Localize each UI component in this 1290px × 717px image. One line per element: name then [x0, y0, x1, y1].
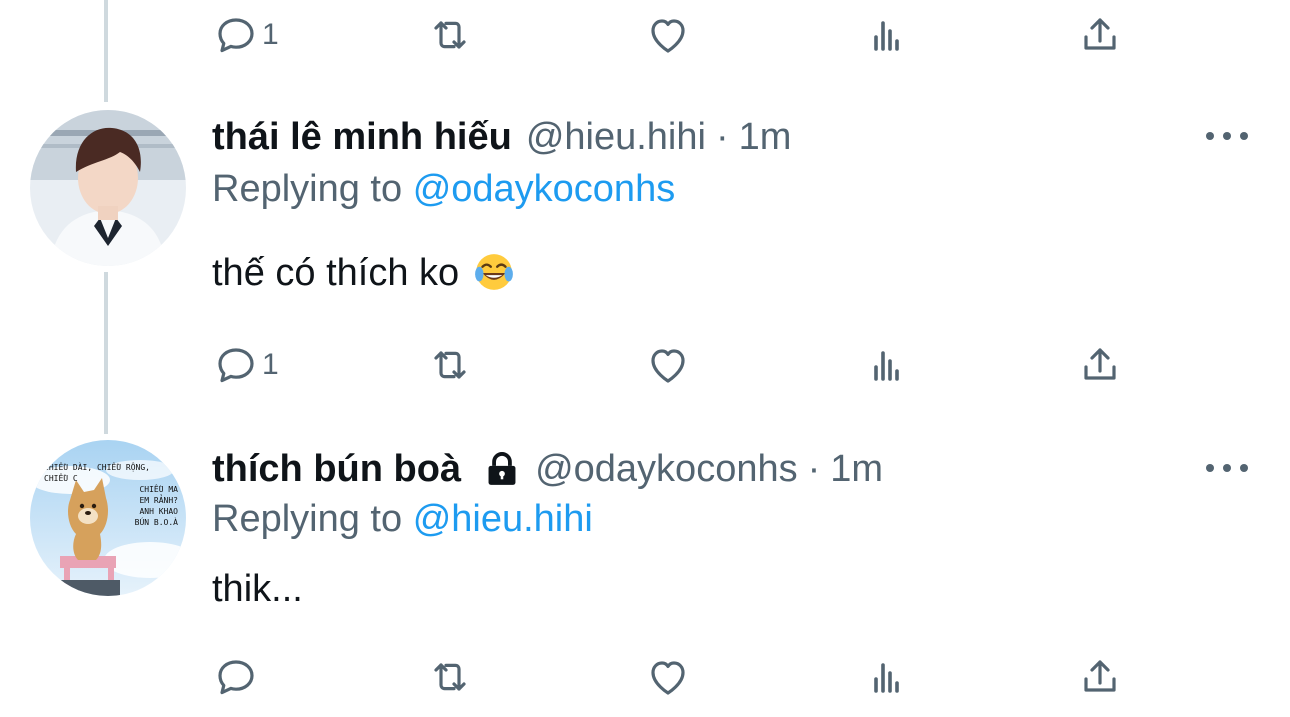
thread-line-middle — [104, 272, 108, 434]
replying-prefix: Replying to — [212, 498, 403, 540]
replying-to-mention[interactable]: @odaykoconhs — [413, 168, 676, 210]
tweet-body: thik... — [212, 568, 303, 610]
tweet-timestamp[interactable]: 1m — [739, 114, 792, 160]
analytics-button[interactable] — [862, 652, 910, 702]
heart-icon — [651, 661, 685, 695]
analytics-icon — [874, 21, 899, 51]
retweet-icon — [434, 21, 466, 49]
analytics-icon — [874, 351, 899, 381]
share-icon — [1084, 18, 1116, 50]
retweet-button[interactable] — [426, 10, 474, 60]
tweet-body: thế có thích ko — [212, 252, 460, 294]
tweet-text: thế có thích ko — [212, 250, 515, 296]
analytics-button[interactable] — [862, 340, 910, 390]
replying-to-line: Replying to @hieu.hihi — [212, 496, 593, 542]
reply-count: 1 — [262, 18, 280, 51]
tweet-text: thik... — [212, 566, 303, 612]
retweet-button[interactable] — [426, 652, 474, 702]
heart-icon — [651, 19, 685, 53]
avatar-hieu[interactable] — [30, 110, 186, 266]
more-options-button[interactable] — [1206, 458, 1248, 478]
reply-icon — [218, 348, 254, 383]
replying-to-mention[interactable]: @hieu.hihi — [413, 498, 593, 540]
analytics-button[interactable] — [862, 10, 910, 60]
share-button[interactable] — [1076, 10, 1124, 60]
tweet-actions-2: 1 — [212, 340, 1290, 390]
avatar-bun-boa[interactable]: CHIỀU DÀI, CHIỀU RỘNG, CHIỀU C CHIỀU MA … — [30, 440, 186, 596]
tweet-header-2: thái lê minh hiếu @hieu.hihi · 1m — [212, 114, 791, 160]
replying-to-line: Replying to @odaykoconhs — [212, 166, 675, 212]
retweet-icon — [434, 663, 466, 691]
reply-icon — [218, 18, 254, 53]
display-name[interactable]: thích bún boà — [212, 446, 461, 492]
tweet-actions-1: 1 — [212, 10, 1290, 60]
header-separator: · — [807, 448, 821, 490]
like-button[interactable] — [644, 10, 692, 60]
reply-button[interactable]: 1 — [212, 340, 279, 390]
user-handle[interactable]: @odaykoconhs — [535, 446, 798, 492]
more-options-button[interactable] — [1206, 126, 1248, 146]
thread-line-top — [104, 0, 108, 102]
like-button[interactable] — [644, 340, 692, 390]
share-icon — [1084, 348, 1116, 380]
tweet-header-3: thích bún boà @odaykoconhs · 1m — [212, 446, 883, 492]
retweet-icon — [434, 351, 466, 379]
reply-count: 1 — [262, 348, 280, 381]
more-icon — [1206, 132, 1214, 140]
share-button[interactable] — [1076, 340, 1124, 390]
share-icon — [1084, 660, 1116, 692]
retweet-button[interactable] — [426, 340, 474, 390]
user-handle[interactable]: @hieu.hihi — [526, 114, 706, 160]
avatar-photo — [30, 110, 186, 266]
reply-icon — [218, 660, 254, 695]
reply-button[interactable]: 1 — [212, 10, 279, 60]
header-separator: · — [715, 116, 729, 158]
display-name[interactable]: thái lê minh hiếu — [212, 114, 512, 160]
heart-icon — [651, 349, 685, 383]
reply-button[interactable] — [212, 652, 262, 702]
more-icon — [1206, 464, 1214, 472]
share-button[interactable] — [1076, 652, 1124, 702]
avatar-caption: CHIỀU DÀI, CHIỀU RỘNG, CHIỀU C CHIỀU MA … — [44, 463, 178, 527]
replying-prefix: Replying to — [212, 168, 403, 210]
like-button[interactable] — [644, 652, 692, 702]
lock-icon — [488, 452, 516, 485]
joy-face-emoji — [475, 254, 514, 290]
analytics-icon — [874, 663, 899, 693]
tweet-timestamp[interactable]: 1m — [830, 446, 883, 492]
tweet-actions-3 — [212, 652, 1290, 702]
